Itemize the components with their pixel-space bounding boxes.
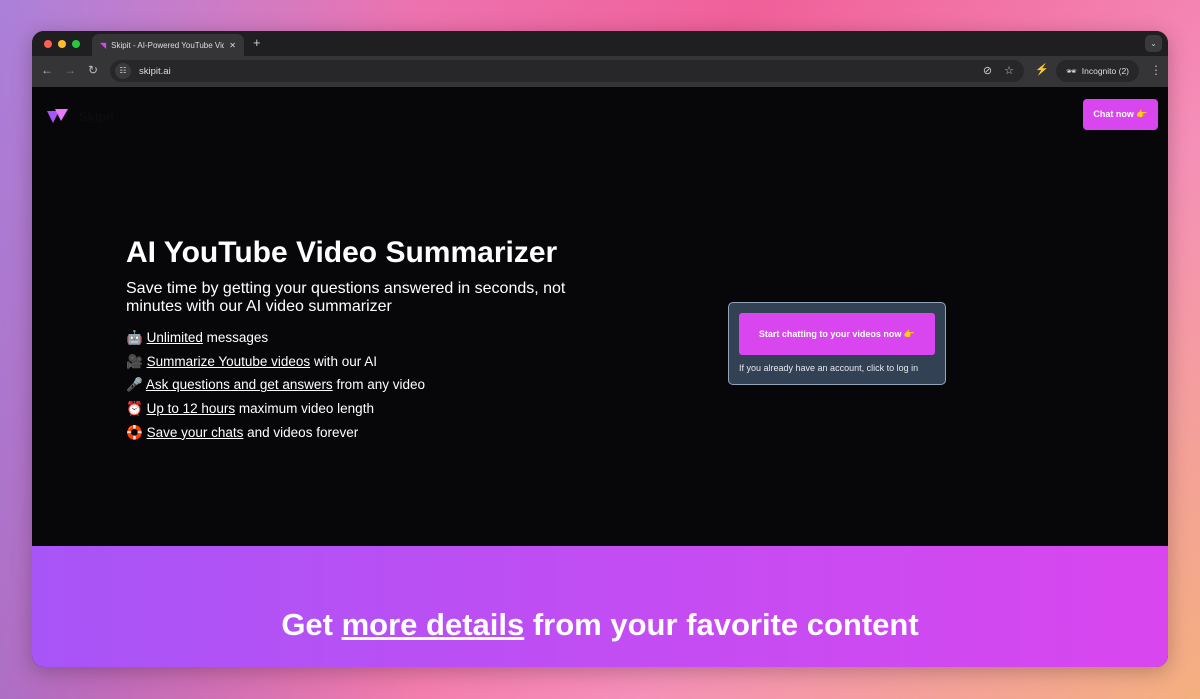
address-bar[interactable]: ☷ skipit.ai ⊘ ☆ (110, 60, 1024, 82)
toolbar: ← → ↻ ☷ skipit.ai ⊘ ☆ ⚡ 🕶 Incognito (2) ⋮ (32, 56, 1168, 87)
feature-list: 🤖 Unlimited messages 🎥 Summarize Youtube … (126, 326, 606, 445)
feature-link[interactable]: Ask questions and get answers (146, 377, 333, 392)
more-details-link[interactable]: more details (342, 607, 525, 642)
feature-text: messages (202, 330, 269, 345)
new-tab-icon[interactable]: + (253, 35, 261, 50)
menu-icon[interactable]: ⋮ (1150, 63, 1162, 77)
close-tab-icon[interactable]: ✕ (229, 41, 236, 50)
feature-item: 🎥 Summarize Youtube videos with our AI (126, 350, 606, 374)
details-band: Get more details from your favorite cont… (32, 546, 1168, 667)
feature-link[interactable]: Summarize Youtube videos (147, 354, 311, 369)
bookmark-star-icon[interactable]: ☆ (1004, 64, 1014, 77)
page-title: AI YouTube Video Summarizer (126, 236, 558, 269)
feature-emoji-icon: ⏰ (126, 401, 143, 417)
incognito-button[interactable]: 🕶 Incognito (2) (1056, 60, 1139, 82)
feature-item: 🎤 Ask questions and get answers from any… (126, 373, 606, 397)
forward-icon[interactable]: → (64, 63, 76, 77)
brand-name: Skipit (79, 108, 115, 124)
browser-tab[interactable]: ◥ Skipit - AI-Powered YouTube Video Summ… (92, 34, 244, 56)
favicon-icon: ◥ (100, 40, 107, 50)
eye-off-icon[interactable]: ⊘ (983, 64, 992, 77)
feature-item: 🤖 Unlimited messages (126, 326, 606, 350)
login-link[interactable]: If you already have an account, click to… (739, 363, 918, 373)
site-settings-icon[interactable]: ☷ (115, 63, 131, 79)
hero-subtitle: Save time by getting your questions answ… (126, 280, 566, 315)
feature-link[interactable]: Up to 12 hours (147, 401, 236, 416)
maximize-window-button[interactable] (72, 40, 80, 48)
tab-title: Skipit - AI-Powered YouTube Video Summar… (111, 40, 225, 50)
feature-link[interactable]: Unlimited (147, 330, 203, 345)
start-chatting-button[interactable]: Start chatting to your videos now 👉 (739, 313, 935, 355)
incognito-icon: 🕶 (1065, 65, 1077, 76)
feature-link[interactable]: Save your chats (147, 425, 244, 440)
tab-search-chevron-icon[interactable]: ⌄ (1145, 35, 1162, 52)
url-text: skipit.ai (139, 65, 171, 77)
extension-icon[interactable]: ⚡ (1035, 63, 1049, 76)
incognito-label: Incognito (2) (1081, 66, 1130, 76)
band-post: from your favorite content (524, 607, 919, 642)
browser-window: ◥ Skipit - AI-Powered YouTube Video Summ… (32, 31, 1168, 667)
tab-bar: ◥ Skipit - AI-Powered YouTube Video Summ… (32, 31, 1168, 56)
feature-text: with our AI (310, 353, 377, 369)
feature-text: maximum video length (235, 401, 374, 417)
feature-item: ⏰ Up to 12 hours maximum video length (126, 397, 606, 421)
skipit-logo-icon (47, 109, 68, 123)
feature-text: and videos forever (243, 424, 359, 440)
feature-emoji-icon: 🛟 (126, 424, 143, 440)
reload-icon[interactable]: ↻ (88, 63, 98, 77)
chat-now-button[interactable]: Chat now 👉 (1083, 99, 1158, 130)
cta-card: Start chatting to your videos now 👉 If y… (728, 302, 946, 385)
feature-item: 🛟 Save your chats and videos forever (126, 421, 606, 445)
minimize-window-button[interactable] (58, 40, 66, 48)
feature-text: from any video (332, 377, 425, 393)
hero: AI YouTube Video Summarizer Save time by… (126, 236, 606, 445)
band-pre: Get (281, 607, 342, 642)
feature-emoji-icon: 🎥 (126, 353, 143, 369)
feature-emoji-icon: 🤖 (126, 330, 143, 345)
close-window-button[interactable] (44, 40, 52, 48)
band-heading: Get more details from your favorite cont… (32, 607, 1168, 643)
back-icon[interactable]: ← (41, 63, 53, 77)
page-content: Skipit Chat now 👉 AI YouTube Video Summa… (32, 89, 1168, 667)
feature-emoji-icon: 🎤 (126, 377, 143, 393)
logo[interactable]: Skipit (47, 107, 114, 125)
